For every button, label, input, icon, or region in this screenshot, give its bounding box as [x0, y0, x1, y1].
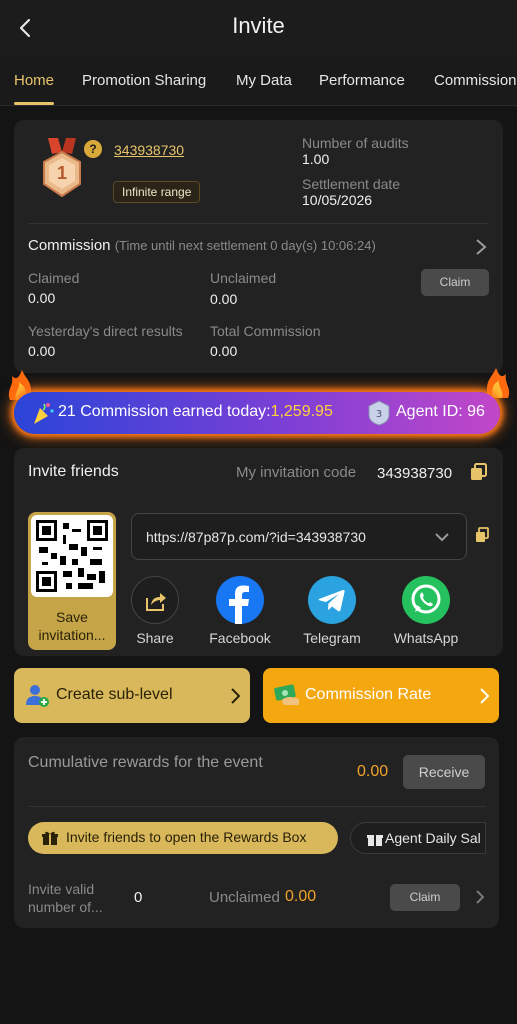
- receive-button[interactable]: Receive: [403, 755, 485, 789]
- commission-earned-label: 21 Commission earned today:: [58, 403, 271, 420]
- copy-icon[interactable]: [470, 463, 488, 481]
- claimed-value: 0.00: [28, 290, 56, 306]
- tab-home[interactable]: Home: [14, 72, 54, 89]
- page-title: Invite: [232, 13, 285, 38]
- active-tab-indicator: [14, 102, 54, 105]
- telegram-icon: [318, 589, 345, 612]
- total-commission-label: Total Commission: [210, 323, 321, 339]
- money-icon: [274, 684, 299, 705]
- valid-invites-label: Invite valid number of...: [28, 881, 103, 915]
- claimed-label: Claimed: [28, 270, 80, 286]
- commission-header[interactable]: Commission (Time until next settlement 0…: [28, 237, 376, 254]
- agent-daily-salary-tab[interactable]: Agent Daily Sal: [350, 822, 486, 854]
- commission-ticker-banner: 21 Commission earned today:1,259.95 3 Ag…: [14, 392, 500, 434]
- rewards-title: Cumulative rewards for the event: [28, 754, 263, 771]
- audits-value: 1.00: [302, 151, 330, 167]
- invite-url-select[interactable]: https://87p87p.com/?id=343938730: [131, 513, 467, 560]
- commission-rate-button[interactable]: Commission Rate: [263, 668, 499, 723]
- party-popper-icon: [34, 403, 54, 424]
- settlement-value: 10/05/2026: [302, 192, 373, 208]
- rewards-unclaimed-value: 0.00: [285, 888, 317, 905]
- create-sublevel-label: Create sub-level: [56, 686, 173, 703]
- tab-bar: Home Promotion Sharing My Data Performan…: [0, 56, 517, 106]
- tab-my-data[interactable]: My Data: [236, 72, 292, 89]
- commission-rate-label: Commission Rate: [305, 686, 432, 703]
- share-button[interactable]: [131, 576, 179, 624]
- invite-rewards-box-tab[interactable]: Invite friends to open the Rewards Box: [28, 822, 338, 854]
- user-id[interactable]: 343938730: [114, 142, 184, 158]
- telegram-button[interactable]: [308, 576, 356, 624]
- medal-level: 1: [56, 163, 67, 183]
- divider: [28, 223, 488, 224]
- agent-badge-icon: 3: [368, 400, 390, 426]
- chevron-down-icon: [435, 533, 449, 542]
- claim-button[interactable]: Claim: [421, 269, 489, 296]
- commission-earned-amount: 1,259.95: [270, 403, 333, 420]
- valid-invites-value: 0: [134, 889, 143, 906]
- total-commission-value: 0.00: [210, 343, 238, 359]
- commission-title: Commission: [28, 237, 111, 254]
- qr-code-card[interactable]: Save invitation...: [28, 512, 116, 650]
- facebook-icon: [229, 585, 249, 624]
- invite-rewards-box-label: Invite friends to open the Rewards Box: [66, 829, 307, 845]
- qr-code: [31, 515, 113, 597]
- divider: [28, 806, 486, 807]
- invitation-code-label: My invitation code: [236, 464, 357, 481]
- add-user-icon: [26, 685, 49, 707]
- invite-title: Invite friends: [28, 463, 119, 480]
- settlement-label: Settlement date: [302, 176, 401, 192]
- whatsapp-button[interactable]: [402, 576, 450, 624]
- chevron-right-icon: [480, 688, 490, 704]
- save-invitation-label: Save invitation...: [38, 609, 106, 643]
- whatsapp-icon: [411, 584, 441, 614]
- invite-url: https://87p87p.com/?id=343938730: [146, 529, 366, 545]
- top-bar: Invite: [0, 0, 517, 56]
- gift-icon: [367, 835, 383, 846]
- gift-icon: [42, 831, 58, 845]
- facebook-button[interactable]: [216, 576, 264, 624]
- settlement-countdown: (Time until next settlement 0 day(s) 10:…: [114, 238, 376, 253]
- unclaimed-value: 0.00: [210, 291, 238, 307]
- rewards-unclaimed-label: Unclaimed: [209, 889, 280, 906]
- rewards-amount: 0.00: [357, 763, 389, 780]
- tab-commission[interactable]: Commission: [434, 72, 517, 89]
- tab-promotion-sharing[interactable]: Promotion Sharing: [82, 72, 206, 89]
- copy-url-icon[interactable]: [475, 527, 489, 543]
- audits-label: Number of audits: [302, 135, 409, 151]
- tab-performance[interactable]: Performance: [319, 72, 405, 89]
- telegram-label: Telegram: [303, 630, 361, 646]
- rewards-claim-button[interactable]: Claim: [390, 884, 460, 911]
- yesterday-label: Yesterday's direct results: [28, 323, 183, 339]
- share-icon: [146, 593, 166, 611]
- invitation-code: 343938730: [377, 465, 453, 482]
- chevron-right-icon[interactable]: [474, 889, 486, 905]
- create-sublevel-button[interactable]: Create sub-level: [14, 668, 250, 723]
- chevron-right-icon: [231, 688, 241, 704]
- share-label: Share: [136, 630, 174, 646]
- whatsapp-label: WhatsApp: [393, 630, 459, 646]
- agent-daily-salary-label: Agent Daily Sal: [385, 830, 481, 846]
- chevron-right-icon[interactable]: [474, 238, 488, 256]
- yesterday-value: 0.00: [28, 343, 56, 359]
- qr-code-icon: [36, 520, 108, 592]
- agent-id-text: Agent ID: 96: [396, 403, 485, 420]
- svg-text:3: 3: [376, 409, 382, 420]
- help-icon[interactable]: ?: [84, 140, 102, 158]
- range-badge: Infinite range: [113, 181, 201, 203]
- commission-earned-text: 21 Commission earned today:1,259.95: [58, 403, 333, 421]
- unclaimed-label: Unclaimed: [210, 270, 277, 286]
- facebook-label: Facebook: [209, 630, 271, 646]
